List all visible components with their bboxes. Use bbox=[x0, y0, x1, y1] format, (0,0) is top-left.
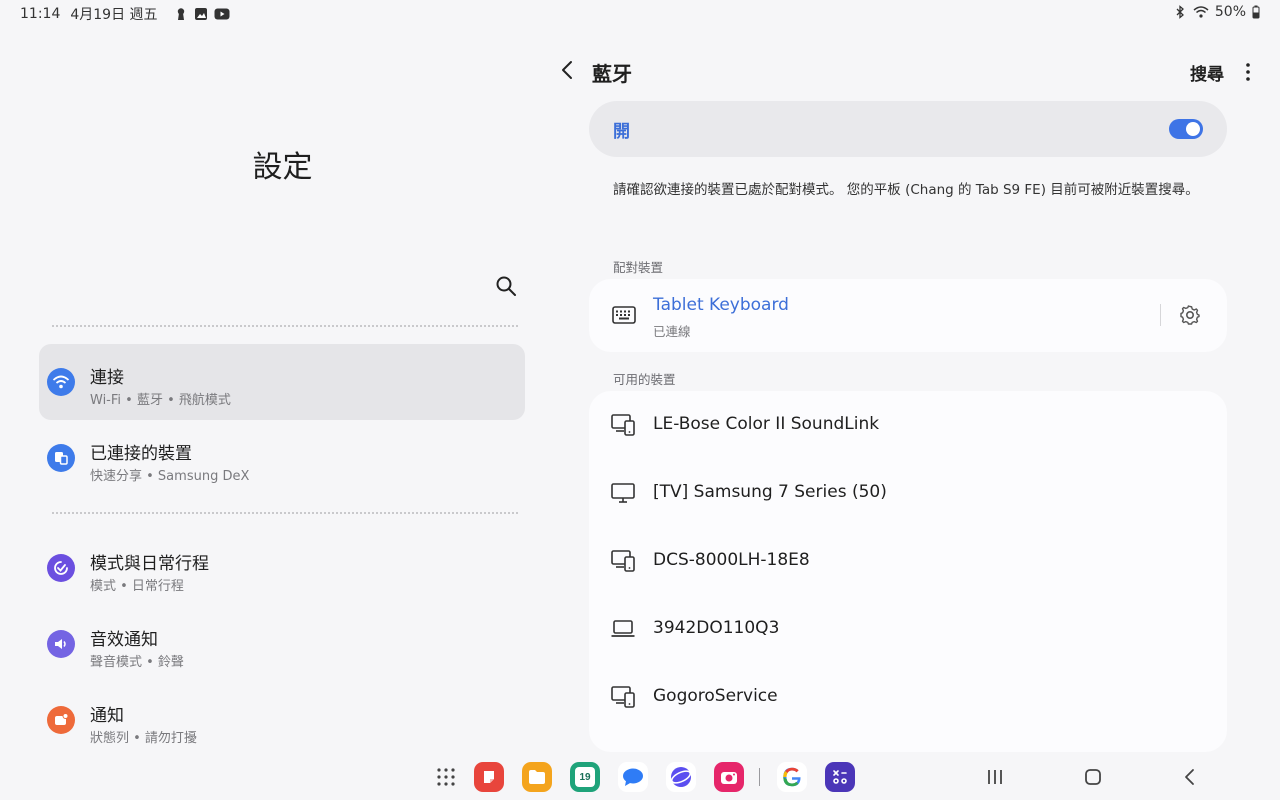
keyhole-icon bbox=[177, 8, 184, 20]
phone-monitor-icon bbox=[611, 686, 635, 708]
notes-app-icon[interactable] bbox=[474, 762, 504, 792]
status-time: 11:14 bbox=[20, 6, 61, 22]
page-title: 藍牙 bbox=[592, 62, 632, 86]
more-options-icon[interactable] bbox=[1240, 60, 1256, 84]
available-device-row[interactable]: LE-Bose Color II SoundLink bbox=[589, 391, 1227, 459]
available-section-label: 可用的裝置 bbox=[613, 372, 676, 387]
wifi-icon bbox=[1193, 6, 1209, 18]
divider bbox=[1160, 304, 1161, 326]
menu-item-title: 模式與日常行程 bbox=[90, 554, 209, 574]
device-name: LE-Bose Color II SoundLink bbox=[653, 414, 880, 434]
back-arrow-icon[interactable] bbox=[556, 58, 580, 82]
calendar-day: 19 bbox=[575, 767, 595, 787]
calculator-icon[interactable] bbox=[825, 762, 855, 792]
phone-monitor-icon bbox=[611, 414, 635, 436]
menu-item-subtitle: 快速分享 • Samsung DeX bbox=[90, 469, 250, 484]
messages-icon[interactable] bbox=[618, 762, 648, 792]
back-button[interactable] bbox=[1177, 764, 1203, 790]
notification-icon bbox=[47, 706, 75, 734]
toggle-label: 開 bbox=[613, 122, 630, 142]
keyboard-icon bbox=[612, 306, 636, 324]
home-button[interactable] bbox=[1080, 764, 1106, 790]
available-device-row[interactable]: [TV] Samsung 7 Series (50) bbox=[589, 459, 1227, 527]
info-text: 請確認欲連接的裝置已處於配對模式。 您的平板 (Chang 的 Tab S9 F… bbox=[613, 182, 1199, 198]
menu-item-notifications[interactable]: 通知 狀態列 • 請勿打擾 bbox=[39, 682, 525, 758]
available-devices-card: LE-Bose Color II SoundLink [TV] Samsung … bbox=[589, 391, 1227, 752]
app-drawer-icon[interactable] bbox=[431, 762, 461, 792]
bluetooth-panel: 藍牙 搜尋 開 請確認欲連接的裝置已處於配對模式。 您的平板 (Chang 的 … bbox=[540, 26, 1280, 800]
divider bbox=[52, 512, 518, 514]
gear-icon[interactable] bbox=[1178, 303, 1202, 327]
check-circle-icon bbox=[47, 554, 75, 582]
menu-item-subtitle: 聲音模式 • 鈴聲 bbox=[90, 655, 184, 670]
status-date: 4月19日 週五 bbox=[70, 7, 158, 23]
menu-item-title: 通知 bbox=[90, 706, 124, 726]
search-icon[interactable] bbox=[494, 274, 518, 298]
bluetooth-toggle-row[interactable]: 開 bbox=[589, 101, 1227, 157]
taskbar: 19 bbox=[0, 756, 1280, 800]
recents-button[interactable] bbox=[982, 764, 1008, 790]
phone-monitor-icon bbox=[611, 550, 635, 572]
wifi-icon bbox=[47, 368, 75, 396]
device-name: DCS-8000LH-18E8 bbox=[653, 550, 810, 570]
menu-item-title: 已連接的裝置 bbox=[90, 444, 192, 464]
laptop-icon bbox=[611, 620, 635, 637]
youtube-icon bbox=[214, 8, 230, 20]
menu-item-subtitle: 模式 • 日常行程 bbox=[90, 579, 184, 594]
menu-item-sounds[interactable]: 音效通知 聲音模式 • 鈴聲 bbox=[39, 606, 525, 682]
status-bar: 11:14 4月19日 週五 50% bbox=[0, 0, 1280, 26]
menu-item-connected-devices[interactable]: 已連接的裝置 快速分享 • Samsung DeX bbox=[39, 420, 525, 496]
settings-panel: 設定 連接 Wi-Fi • 藍牙 • 飛航模式 已連接的裝置 快速分享 • Sa… bbox=[0, 26, 540, 800]
battery-icon bbox=[1252, 5, 1260, 19]
menu-item-modes-routines[interactable]: 模式與日常行程 模式 • 日常行程 bbox=[39, 530, 525, 606]
page-title: 設定 bbox=[252, 150, 313, 185]
menu-item-subtitle: Wi-Fi • 藍牙 • 飛航模式 bbox=[90, 393, 231, 408]
gallery-icon bbox=[194, 8, 207, 20]
divider bbox=[759, 768, 760, 786]
google-icon[interactable] bbox=[777, 762, 807, 792]
speaker-icon bbox=[47, 630, 75, 658]
device-name: 3942DO110Q3 bbox=[653, 618, 780, 638]
tv-icon bbox=[611, 483, 635, 503]
bluetooth-icon bbox=[1176, 5, 1184, 19]
paired-device-name: Tablet Keyboard bbox=[653, 295, 789, 315]
internet-icon[interactable] bbox=[666, 762, 696, 792]
battery-level: 50% bbox=[1214, 4, 1246, 20]
menu-item-title: 音效通知 bbox=[90, 630, 158, 650]
bluetooth-switch[interactable] bbox=[1169, 119, 1203, 139]
divider bbox=[52, 325, 518, 327]
menu-item-subtitle: 狀態列 • 請勿打擾 bbox=[90, 731, 197, 746]
devices-icon bbox=[47, 444, 75, 472]
available-device-row[interactable]: 3942DO110Q3 bbox=[589, 595, 1227, 663]
available-device-row[interactable]: DCS-8000LH-18E8 bbox=[589, 527, 1227, 595]
menu-item-connections[interactable]: 連接 Wi-Fi • 藍牙 • 飛航模式 bbox=[39, 344, 525, 420]
device-name: GogoroService bbox=[653, 686, 778, 706]
paired-device-card[interactable]: Tablet Keyboard 已連線 bbox=[589, 279, 1227, 352]
paired-section-label: 配對裝置 bbox=[613, 260, 664, 275]
search-button[interactable]: 搜尋 bbox=[1190, 60, 1224, 85]
my-files-icon[interactable] bbox=[522, 762, 552, 792]
menu-item-title: 連接 bbox=[90, 368, 124, 388]
calendar-icon[interactable]: 19 bbox=[570, 762, 600, 792]
paired-device-status: 已連線 bbox=[653, 324, 691, 339]
device-name: [TV] Samsung 7 Series (50) bbox=[653, 482, 887, 502]
available-device-row[interactable]: GogoroService bbox=[589, 663, 1227, 731]
camera-icon[interactable] bbox=[714, 762, 744, 792]
switch-knob bbox=[1186, 122, 1200, 136]
